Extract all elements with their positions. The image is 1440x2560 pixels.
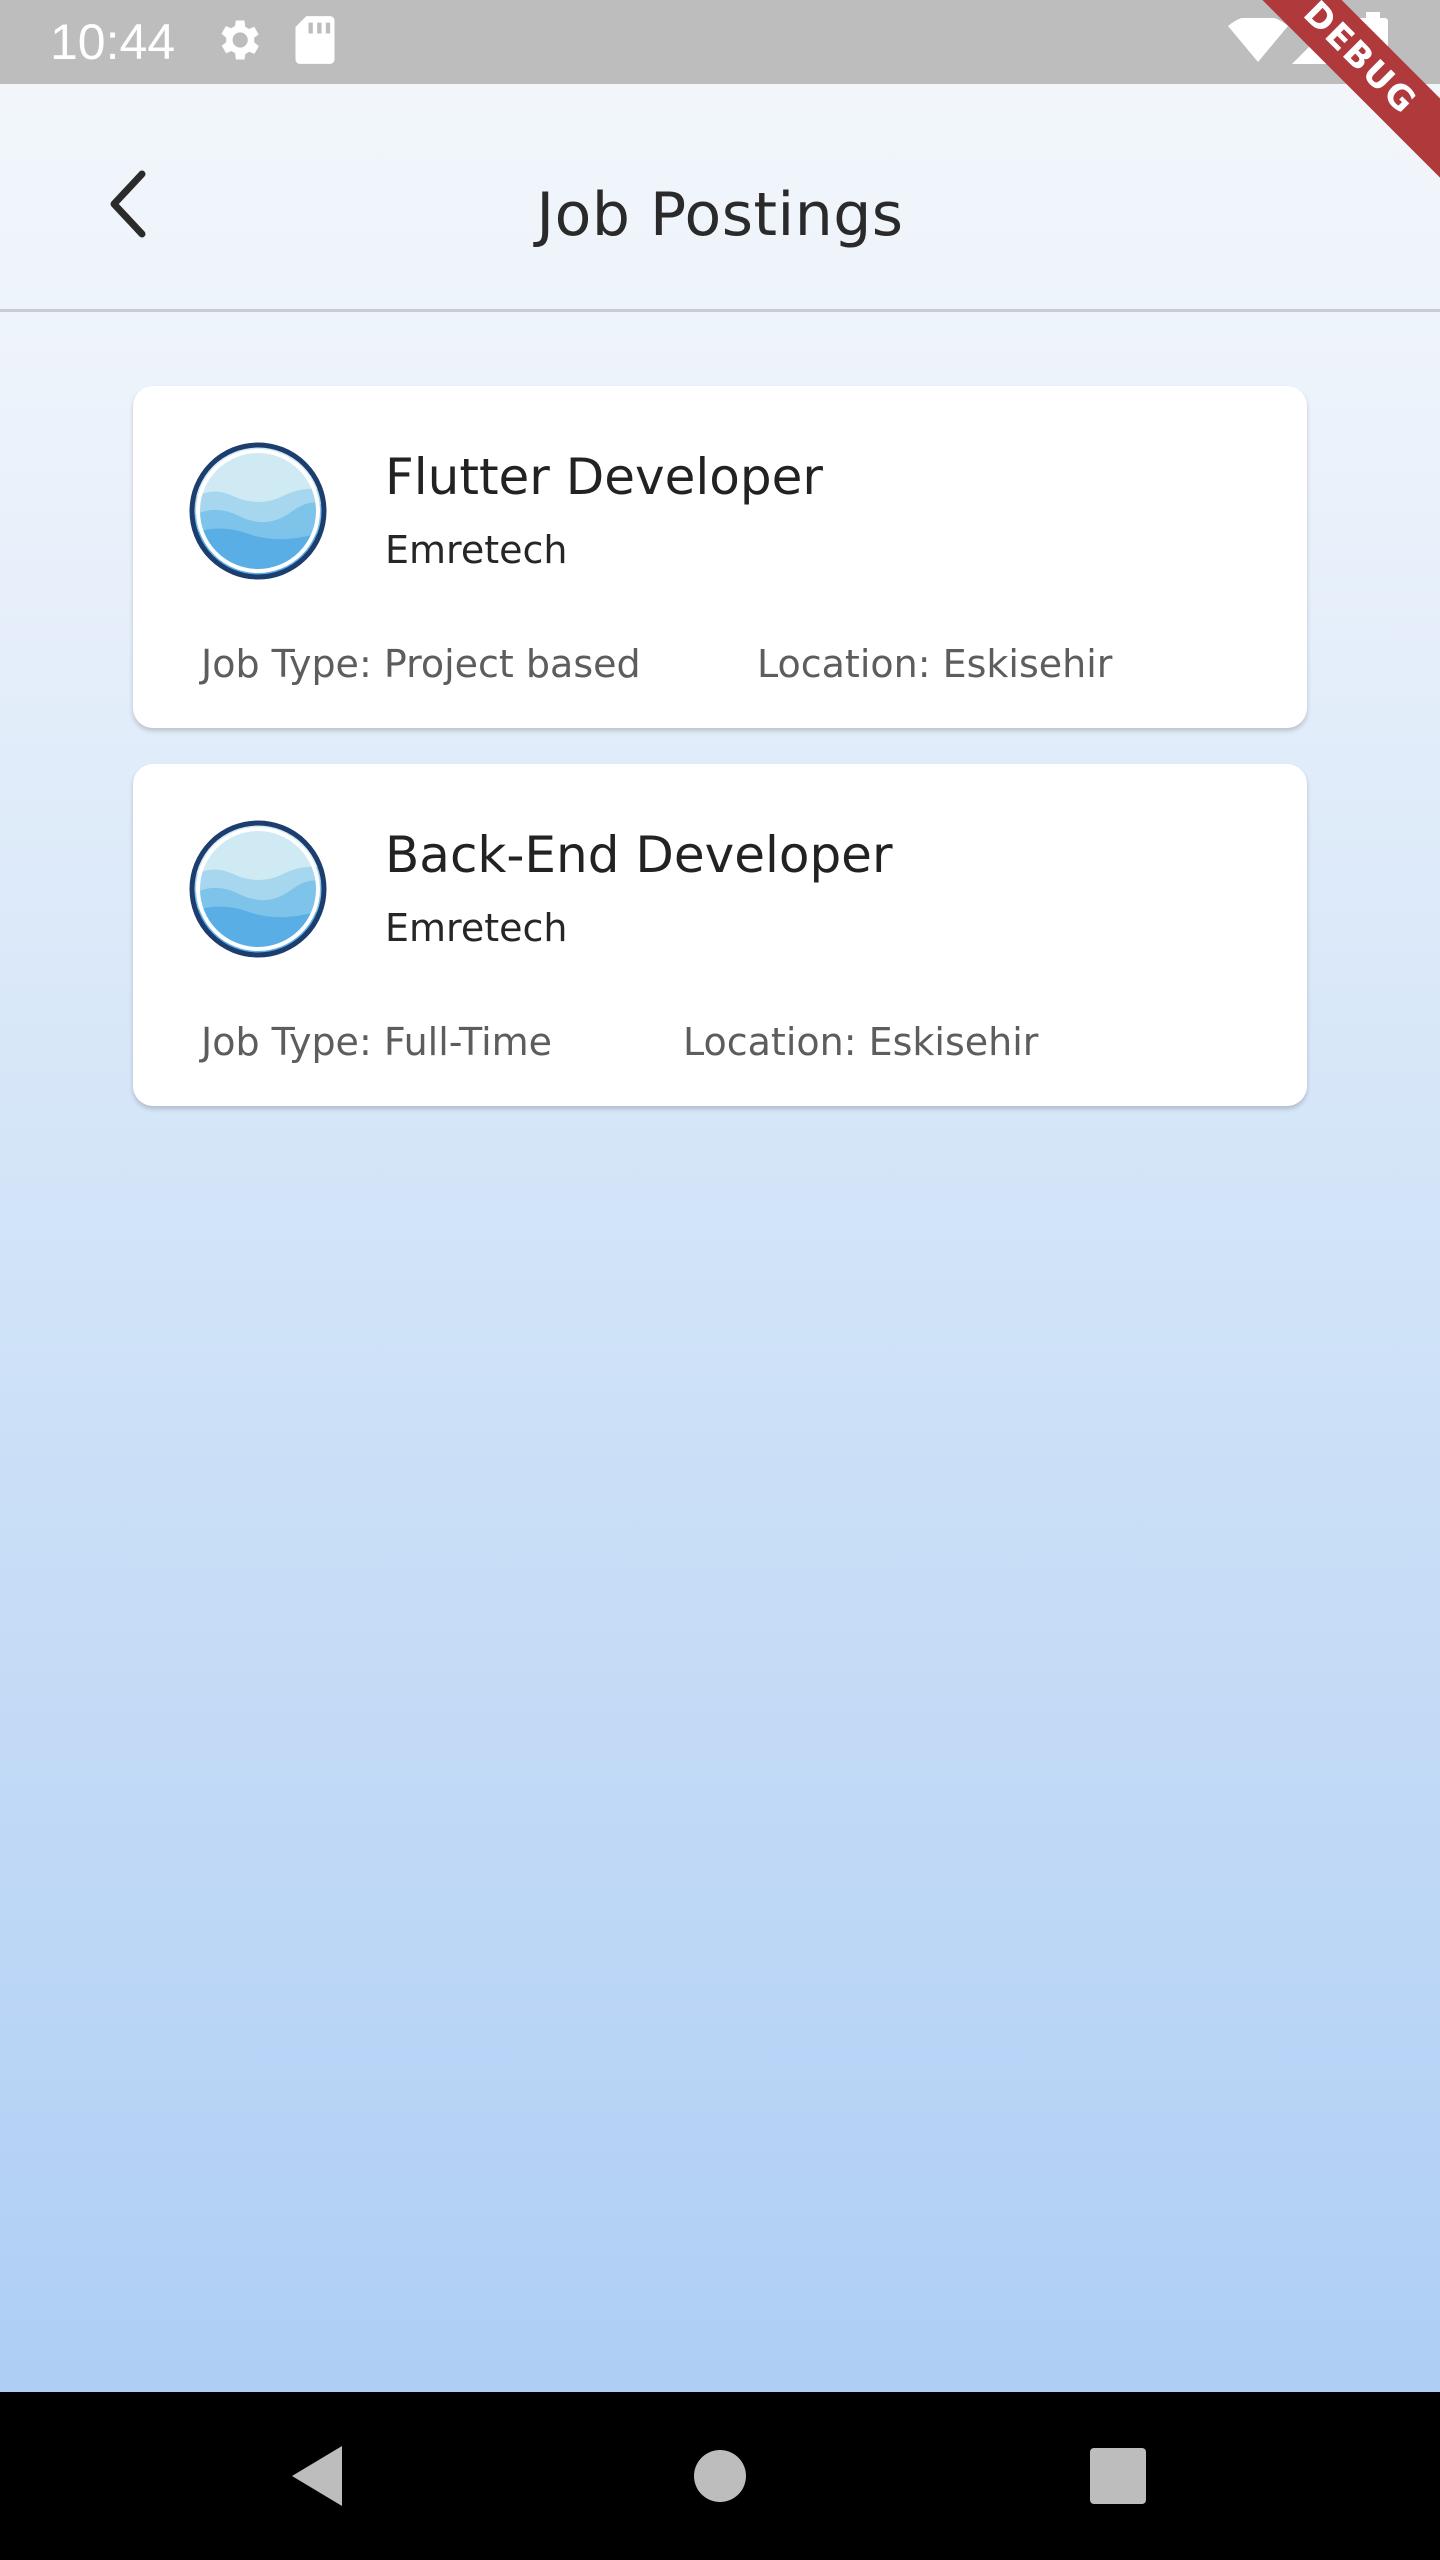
nav-home-button[interactable] [680,2436,760,2516]
page-title: Job Postings [536,180,904,250]
job-title: Flutter Developer [385,448,823,506]
job-card[interactable]: Flutter Developer Emretech Job Type: Pro… [133,386,1307,728]
nav-back-button[interactable] [280,2436,360,2516]
status-time: 10:44 [50,14,176,70]
job-type: Job Type: Full-Time [201,1020,553,1064]
recents-square-icon [1090,2448,1146,2504]
system-nav-bar [0,2392,1440,2560]
job-card[interactable]: Back-End Developer Emretech Job Type: Fu… [133,764,1307,1106]
company-name: Emretech [385,906,568,950]
status-bar: 10:44 [0,0,1440,84]
screen: 10:44 DEBUG Job Postings Flutter Develop… [0,0,1440,2560]
app-bar: Job Postings [0,84,1440,312]
job-location: Location: Eskisehir [757,642,1113,686]
sd-card-icon [292,14,338,70]
company-logo [187,818,329,960]
wifi-icon [1228,14,1288,68]
back-triangle-icon [292,2446,342,2506]
job-location: Location: Eskisehir [683,1020,1039,1064]
job-title: Back-End Developer [385,826,893,884]
company-logo [187,440,329,582]
company-name: Emretech [385,528,568,572]
job-type: Job Type: Project based [201,642,641,686]
gear-icon [212,14,264,70]
nav-recents-button[interactable] [1078,2436,1158,2516]
home-circle-icon [694,2450,746,2502]
